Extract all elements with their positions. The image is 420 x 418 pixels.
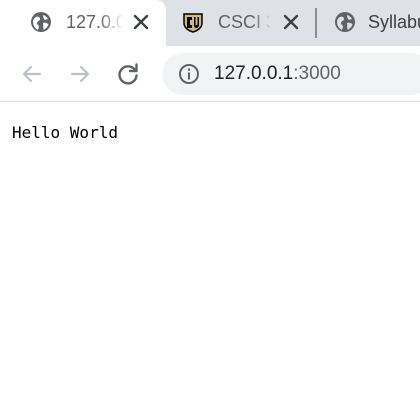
close-icon[interactable] (280, 11, 302, 33)
forward-arrow-icon[interactable] (66, 60, 94, 88)
globe-icon (30, 11, 52, 33)
back-arrow-icon[interactable] (18, 60, 46, 88)
browser-toolbar: 127.0.0.1:3000 (0, 46, 420, 102)
tab-csci[interactable]: CSCI 3308 (166, 0, 314, 46)
globe-icon (334, 11, 356, 33)
url-host: 127.0.0.1 (214, 63, 294, 84)
page-body-text: Hello World (12, 123, 118, 142)
url-port: :3000 (293, 63, 341, 84)
cu-buffs-logo-icon (182, 11, 204, 33)
url-text[interactable]: 127.0.0.1:3000 (214, 62, 341, 86)
info-icon[interactable] (178, 63, 200, 85)
tab-separator (315, 8, 317, 38)
close-icon[interactable] (130, 11, 152, 33)
tab-syllabus[interactable]: Syllabus (318, 0, 420, 46)
tab-strip: 127.0.0.1:3000 CSCI 3308 (0, 0, 420, 46)
page-content: Hello World (0, 103, 420, 418)
address-bar[interactable]: 127.0.0.1:3000 (162, 53, 420, 95)
reload-icon[interactable] (114, 60, 142, 88)
tab-title: Syllabus (368, 12, 420, 32)
tab-localhost[interactable]: 127.0.0.1:3000 (0, 0, 166, 46)
